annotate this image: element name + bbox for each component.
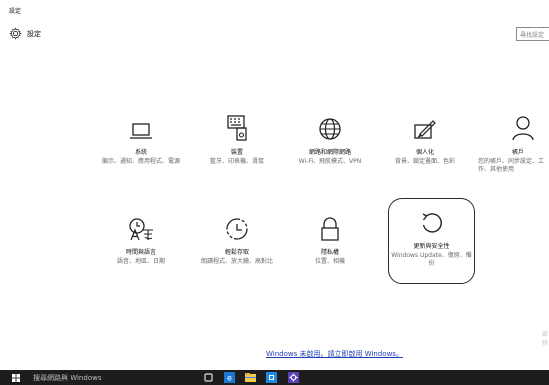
time-language-icon bbox=[129, 218, 153, 241]
tile-desc: 語音、地區、日期 bbox=[116, 258, 165, 265]
tile-desc: Wi-Fi、飛航模式、VPN bbox=[298, 158, 362, 165]
ease-of-access-icon bbox=[226, 218, 248, 240]
tile-title: 系統 bbox=[134, 149, 147, 156]
tile-desc: 位置、相機 bbox=[314, 258, 345, 265]
tile-privacy[interactable]: 隱私權 位置、相機 bbox=[287, 213, 373, 266]
lock-icon bbox=[321, 217, 339, 241]
tile-title: 更新與安全性 bbox=[413, 243, 450, 250]
personalize-icon bbox=[414, 120, 436, 139]
tile-title: 個人化 bbox=[415, 149, 434, 156]
settings-gear-icon[interactable] bbox=[288, 372, 299, 383]
file-explorer-icon[interactable] bbox=[245, 372, 256, 383]
tile-desc: Windows Update、復原、備份 bbox=[391, 252, 472, 267]
tile-update-security[interactable]: 更新與安全性 Windows Update、復原、備份 bbox=[388, 198, 475, 284]
taskbar: 搜尋網路與 Windows e bbox=[0, 370, 549, 385]
task-view-icon[interactable] bbox=[203, 372, 214, 383]
watermark-text: 啟 移 bbox=[542, 330, 548, 348]
svg-text:e: e bbox=[227, 374, 232, 383]
tile-desc: 藍牙、印表機、滑鼠 bbox=[209, 158, 264, 165]
tile-title: 網路和網際網路 bbox=[308, 149, 351, 156]
tile-desc: 朗讀程式、放大鏡、高對比 bbox=[200, 258, 273, 265]
tile-network[interactable]: 網路和網際網路 Wi-Fi、飛航模式、VPN bbox=[287, 113, 373, 166]
watermark-line: 啟 bbox=[541, 331, 548, 338]
edge-browser-icon[interactable]: e bbox=[224, 372, 235, 383]
tile-devices[interactable]: 裝置 藍牙、印表機、滑鼠 bbox=[194, 113, 280, 166]
tile-time-language[interactable]: 時間與語言 語音、地區、日期 bbox=[98, 213, 184, 266]
store-icon[interactable] bbox=[266, 372, 277, 383]
tile-title: 時間與語言 bbox=[125, 249, 156, 256]
laptop-icon bbox=[130, 123, 152, 139]
activate-windows-link[interactable]: Windows 未啟用。請立即啟用 Windows。 bbox=[266, 349, 403, 359]
gear-icon bbox=[9, 27, 22, 40]
tile-title: 隱私權 bbox=[320, 249, 339, 256]
keyboard-device-icon bbox=[227, 115, 247, 141]
tile-desc: 背景、鎖定畫面、色彩 bbox=[394, 158, 455, 165]
taskbar-search[interactable]: 搜尋網路與 Windows bbox=[33, 373, 101, 383]
tile-title: 輕鬆存取 bbox=[224, 249, 249, 256]
search-input[interactable]: 尋找設定 bbox=[516, 27, 549, 41]
globe-icon bbox=[319, 118, 341, 140]
person-icon bbox=[512, 116, 534, 141]
app-header: 設定 bbox=[9, 27, 41, 40]
tile-title: 帳戶 bbox=[512, 149, 525, 156]
window-title: 設定 bbox=[9, 8, 22, 15]
tile-desc: 您的帳戶、同步設定、工作、其他使用 bbox=[478, 158, 545, 173]
tile-personalization[interactable]: 個人化 背景、鎖定畫面、色彩 bbox=[382, 113, 468, 166]
tile-accounts[interactable]: 帳戶 您的帳戶、同步設定、工作、其他使用 bbox=[476, 113, 549, 174]
tile-system[interactable]: 系統 顯示、通知、應用程式、電源 bbox=[98, 113, 184, 166]
windows-start-icon[interactable] bbox=[12, 374, 20, 382]
refresh-icon bbox=[422, 213, 442, 233]
page-title: 設定 bbox=[27, 29, 41, 38]
tile-desc: 顯示、通知、應用程式、電源 bbox=[101, 158, 180, 165]
watermark-line: 移 bbox=[541, 340, 548, 347]
tile-ease-of-access[interactable]: 輕鬆存取 朗讀程式、放大鏡、高對比 bbox=[194, 213, 280, 266]
tile-title: 裝置 bbox=[230, 149, 243, 156]
